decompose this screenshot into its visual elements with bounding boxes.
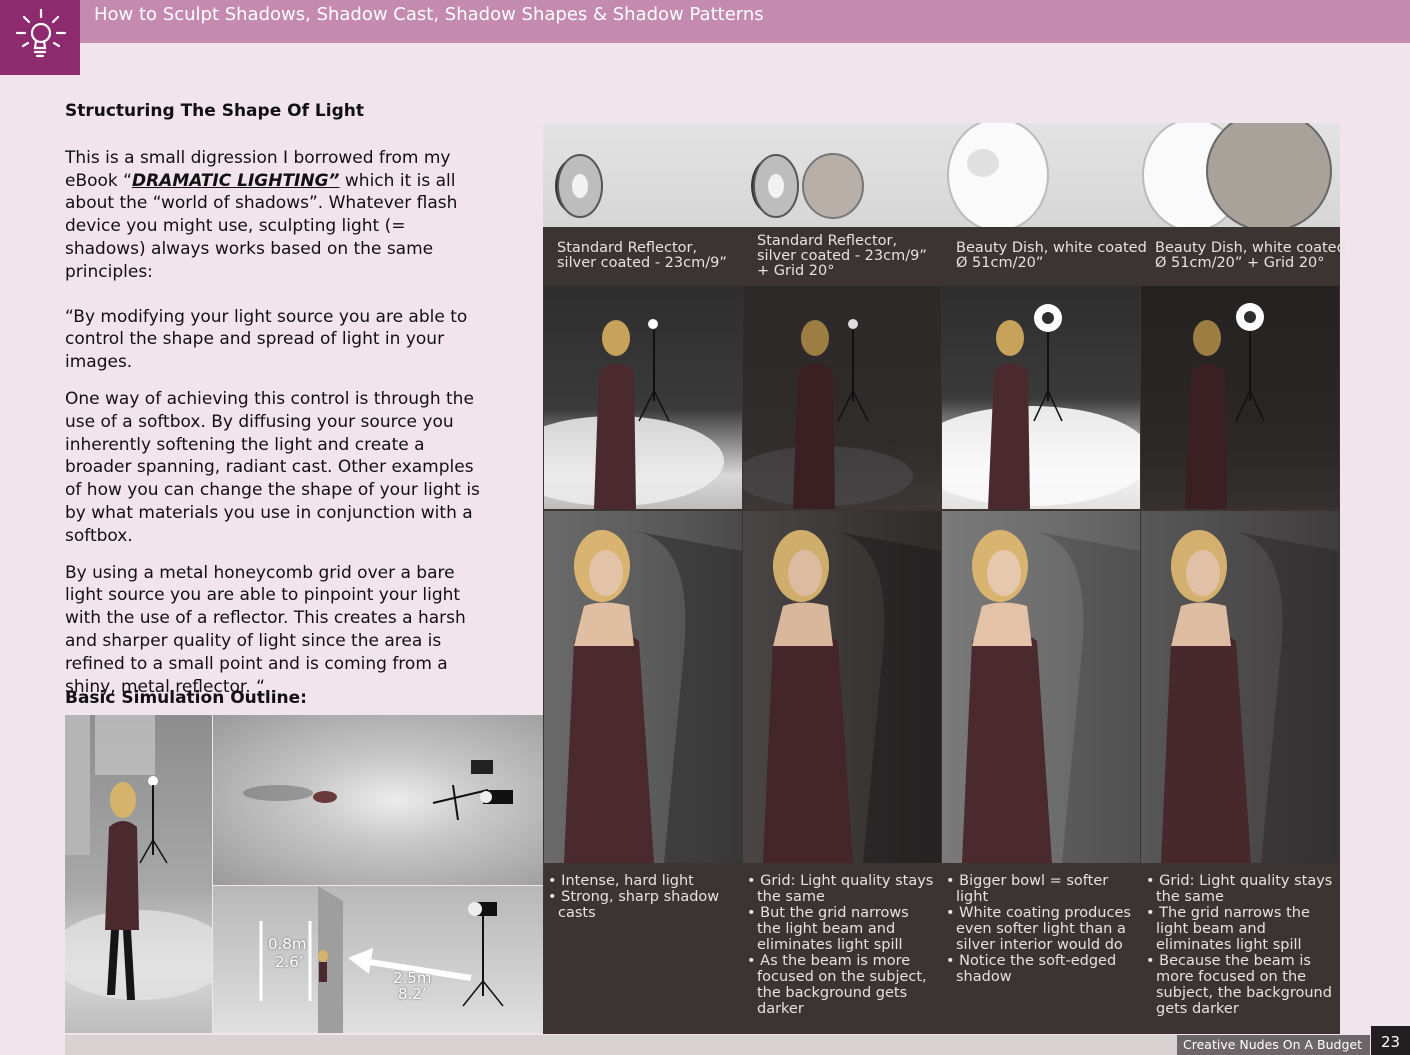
- column-4-notes: • Grid: Light quality stays the same • T…: [1146, 873, 1336, 1017]
- list-item: • Grid: Light quality stays the same: [747, 873, 934, 905]
- simulation-side-view-image: [65, 715, 212, 1033]
- list-item: • Intense, hard light: [548, 873, 694, 889]
- equipment-strip: [543, 110, 1340, 232]
- chapter-logo: [0, 0, 80, 75]
- footer-book-title: Creative Nudes On A Budget: [1177, 1035, 1370, 1055]
- column-2-caption: Standard Reflector, silver coated - 23cm…: [757, 233, 927, 279]
- column-2-notes: • Grid: Light quality stays the same • B…: [747, 873, 937, 1017]
- footer-bar: [65, 1035, 1370, 1055]
- column-1-caption: Standard Reflector, silver coated - 23cm…: [557, 240, 727, 271]
- list-item: • Strong, sharp shadow casts: [548, 889, 720, 921]
- page-header-title: How to Sculpt Shadows, Shadow Cast, Shad…: [94, 4, 764, 25]
- quote-paragraph-1: “By modifying your light source you are …: [65, 306, 468, 373]
- standard-reflector-grid-icon: [751, 153, 864, 219]
- list-item: • Notice the soft-edged shadow: [946, 953, 1117, 985]
- column-3-caption: Beauty Dish, white coated Ø 51cm/20”: [956, 240, 1147, 271]
- distance-imperial-label: 8.2’: [398, 985, 427, 1003]
- quote-paragraph-2: One way of achieving this control is thr…: [65, 388, 480, 546]
- list-item: • White coating produces even softer lig…: [946, 905, 1131, 953]
- photo-scene-1: [544, 286, 742, 509]
- list-item: • But the grid narrows the light beam an…: [747, 905, 909, 953]
- column-4-caption: Beauty Dish, white coated Ø 51cm/20” + G…: [1155, 240, 1346, 271]
- list-item: • Grid: Light quality stays the same: [1146, 873, 1333, 905]
- portrait-3: [942, 511, 1140, 863]
- list-item: • Bigger bowl = softer light: [946, 873, 1109, 905]
- portrait-2: [743, 511, 941, 863]
- section-heading: Structuring The Shape Of Light: [65, 101, 364, 121]
- list-item: • As the beam is more focused on the sub…: [747, 953, 927, 1017]
- column-3-notes: • Bigger bowl = softer light • White coa…: [946, 873, 1136, 985]
- portrait-1: [544, 511, 742, 863]
- lightbulb-icon: [15, 8, 67, 58]
- simulation-top-view-image: [213, 715, 543, 885]
- intro-paragraph: This is a small digression I borrowed fr…: [65, 147, 485, 284]
- standard-reflector-icon: [555, 154, 603, 218]
- height-metric-label: 0.8m: [268, 935, 307, 953]
- ebook-link[interactable]: DRAMATIC LIGHTING”: [132, 171, 340, 191]
- photo-scene-3: [942, 286, 1140, 509]
- portrait-4: [1141, 511, 1339, 863]
- simulation-distance-diagram-image: 0.8m 2.6’ 2.5m 8.2’: [213, 886, 543, 1033]
- page-number: 23: [1371, 1026, 1410, 1055]
- quote-paragraph-3: By using a metal honeycomb grid over a b…: [65, 562, 466, 697]
- article-text: Structuring The Shape Of Light This is a…: [65, 100, 485, 712]
- list-item: • The grid narrows the light beam and el…: [1146, 905, 1310, 953]
- beauty-dish-grid-icon: [1142, 110, 1332, 232]
- photo-scene-4: [1141, 286, 1339, 509]
- photo-scene-2: [743, 286, 941, 509]
- list-item: • Because the beam is more focused on th…: [1146, 953, 1332, 1017]
- height-imperial-label: 2.6’: [275, 953, 304, 971]
- column-1-notes: • Intense, hard light • Strong, sharp sh…: [548, 873, 738, 921]
- distance-metric-label: 2.5m: [393, 969, 432, 987]
- beauty-dish-icon: [947, 118, 1049, 232]
- simulation-heading: Basic Simulation Outline:: [65, 688, 307, 708]
